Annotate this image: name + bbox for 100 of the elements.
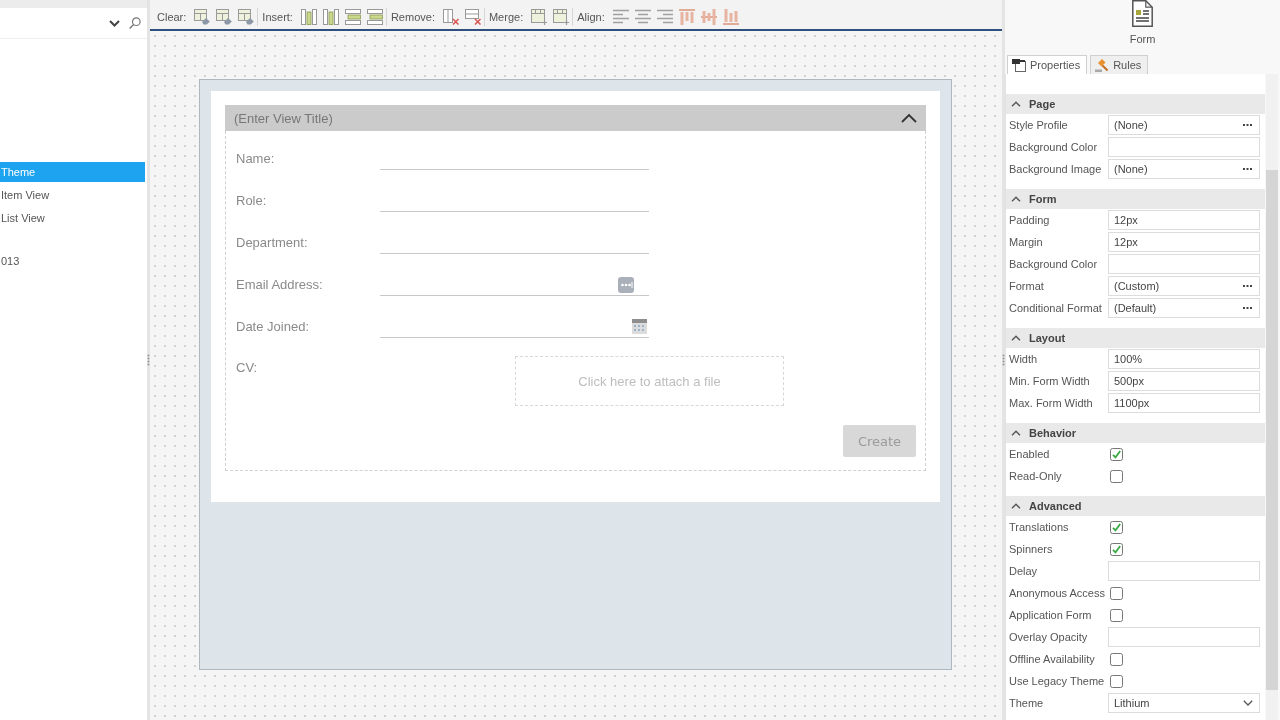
align-top-icon[interactable]: [678, 9, 695, 25]
table-eraser-icon[interactable]: [194, 9, 211, 25]
property-label: Spinners: [1008, 543, 1054, 555]
property-label: Conditional Format: [1008, 302, 1103, 314]
checkbox[interactable]: [1110, 447, 1123, 461]
cell-merge-icon[interactable]: [531, 9, 548, 25]
property-label: Enabled: [1008, 448, 1051, 460]
section-title: Form: [1029, 193, 1057, 205]
tree-item[interactable]: 013: [0, 251, 145, 271]
checkbox[interactable]: [1110, 542, 1123, 556]
section-header[interactable]: Advanced: [1006, 496, 1265, 516]
property-label: Application Form: [1008, 609, 1093, 621]
chevron-up-icon[interactable]: [1011, 101, 1021, 107]
input-field[interactable]: [380, 316, 649, 338]
section-header[interactable]: Page: [1006, 94, 1265, 114]
property-label: Anonymous Access: [1008, 587, 1106, 599]
picker-field[interactable]: (Default): [1108, 298, 1260, 318]
align-bottom-icon[interactable]: [722, 9, 739, 25]
align-middle-icon[interactable]: [700, 9, 717, 25]
property-label: Translations: [1008, 521, 1070, 533]
section-header[interactable]: Layout: [1006, 328, 1265, 348]
field-label: Name:: [236, 150, 276, 168]
picker-field[interactable]: (Custom): [1108, 276, 1260, 296]
row-insert-icon[interactable]: [344, 9, 361, 25]
toolbar-label: Insert:: [262, 11, 293, 23]
text-field[interactable]: [1108, 561, 1260, 581]
search-icon[interactable]: [129, 17, 141, 29]
chevron-down-icon[interactable]: [109, 19, 120, 27]
align-center-icon[interactable]: [634, 9, 651, 25]
section-title: Advanced: [1029, 500, 1082, 512]
toolbar-label: Merge:: [488, 11, 524, 23]
table-eraser-icon[interactable]: [216, 9, 233, 25]
property-label: Overlay Opacity: [1008, 631, 1089, 643]
checkbox[interactable]: [1110, 674, 1123, 688]
chevron-down-icon[interactable]: [1243, 700, 1253, 706]
picker-field[interactable]: (None): [1108, 115, 1260, 135]
scrollbar-thumb[interactable]: [1266, 170, 1278, 690]
row-remove-icon[interactable]: [464, 9, 481, 25]
section-header[interactable]: Form: [1006, 189, 1265, 209]
dropdown[interactable]: Lithium: [1108, 693, 1260, 713]
input-field[interactable]: [380, 274, 649, 296]
text-field[interactable]: 500px: [1108, 371, 1260, 391]
property-label: Padding: [1008, 214, 1051, 226]
column-remove-icon[interactable]: [442, 9, 459, 25]
align-right-icon[interactable]: [656, 9, 673, 25]
property-label: Max. Form Width: [1008, 397, 1094, 409]
text-field[interactable]: 12px: [1108, 232, 1260, 252]
property-label: Offline Availability: [1008, 653, 1096, 665]
grip-icon[interactable]: [1002, 354, 1005, 366]
chevron-up-icon[interactable]: [1011, 196, 1021, 202]
align-left-icon[interactable]: [612, 9, 629, 25]
field-label: Department:: [236, 234, 309, 252]
cell-merge-icon[interactable]: [553, 9, 570, 25]
field-label: Email Address:: [236, 276, 324, 294]
checkbox[interactable]: [1110, 586, 1123, 600]
toolbar-label: Align:: [577, 11, 605, 23]
tab[interactable]: Rules: [1090, 55, 1149, 74]
field-label: Role:: [236, 192, 268, 210]
property-label: Style Profile: [1008, 119, 1069, 131]
checkbox[interactable]: [1110, 608, 1123, 622]
picker-field[interactable]: (None): [1108, 159, 1260, 179]
property-label: Background Color: [1008, 141, 1099, 153]
property-label: Delay: [1008, 565, 1039, 577]
chevron-up-icon[interactable]: [1011, 335, 1021, 341]
field-label: CV:: [236, 359, 259, 377]
tree-item[interactable]: List View: [0, 208, 145, 228]
section-title: Behavior: [1029, 427, 1077, 439]
section-title: Page: [1029, 98, 1056, 110]
text-field[interactable]: [1108, 137, 1260, 157]
column-insert-icon[interactable]: [322, 9, 339, 25]
property-label: Background Image: [1008, 163, 1103, 175]
property-label: Min. Form Width: [1008, 375, 1091, 387]
text-field[interactable]: 1100px: [1108, 393, 1260, 413]
panel-title: Form: [1129, 32, 1156, 46]
property-label: Use Legacy Theme: [1008, 675, 1106, 687]
section-title: Layout: [1029, 332, 1066, 344]
tree-item[interactable]: Item View: [0, 185, 145, 205]
gavel-icon: [1095, 58, 1110, 72]
checkbox[interactable]: [1110, 652, 1123, 666]
ellipsis-button-icon[interactable]: [618, 276, 634, 293]
text-field[interactable]: [1108, 254, 1260, 274]
property-label: Format: [1008, 280, 1045, 292]
chevron-up-icon[interactable]: [1011, 503, 1021, 509]
property-label: Margin: [1008, 236, 1044, 248]
calendar-icon[interactable]: [632, 319, 647, 334]
chevron-up-icon[interactable]: [901, 113, 917, 123]
section-header[interactable]: Behavior: [1006, 423, 1265, 443]
text-field[interactable]: 100%: [1108, 349, 1260, 369]
checkbox[interactable]: [1110, 520, 1123, 534]
grip-icon[interactable]: [147, 354, 150, 366]
text-field[interactable]: [1108, 627, 1260, 647]
checkbox[interactable]: [1110, 469, 1123, 483]
toolbar-label: Remove:: [390, 11, 435, 23]
property-label: Theme: [1008, 697, 1045, 709]
table-eraser-icon[interactable]: [238, 9, 255, 25]
chevron-up-icon[interactable]: [1011, 430, 1021, 436]
tab[interactable]: Properties: [1007, 55, 1088, 74]
column-insert-icon[interactable]: [300, 9, 317, 25]
row-insert-icon[interactable]: [366, 9, 383, 25]
text-field[interactable]: 12px: [1108, 210, 1260, 230]
